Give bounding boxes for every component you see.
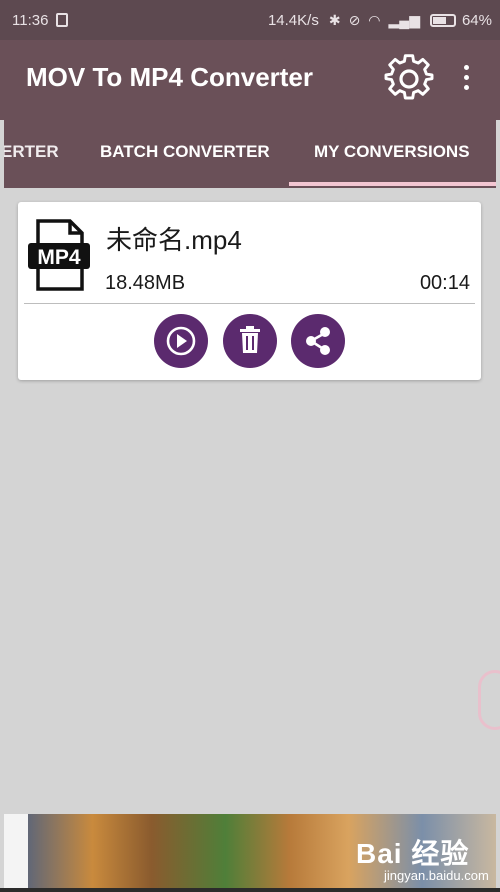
more-vert-icon[interactable] [454, 62, 478, 98]
bluetooth-icon: ✱ [328, 11, 341, 28]
tab-my-conversions[interactable]: MY CONVERSIONS [314, 120, 470, 184]
wifi-icon: ◠ [368, 11, 381, 28]
battery-icon [429, 13, 456, 27]
floating-edge-button[interactable] [478, 670, 500, 730]
file-name: 未命名.mp4 [106, 225, 242, 255]
file-duration: 00:14 [419, 272, 470, 294]
file-size: 18.48MB [105, 272, 186, 294]
share-icon [306, 327, 330, 355]
watermark: Bai 经验 jingyan.baidu.com [356, 832, 496, 888]
delete-button[interactable] [223, 314, 277, 368]
status-bar: 11:36 14.4K/s ✱ ⊘ ◠ ▂▄▆ 64% [0, 0, 500, 40]
gear-icon[interactable] [384, 54, 434, 104]
card-divider [24, 303, 475, 304]
tab-bar: ERTER BATCH CONVERTER MY CONVERSIONS [4, 120, 496, 188]
watermark-brand: Bai 经验 [356, 838, 470, 869]
play-button[interactable] [154, 314, 208, 368]
share-button[interactable] [291, 314, 345, 368]
watermark-url: jingyan.baidu.com [384, 868, 489, 883]
status-time: 11:36 [12, 11, 49, 29]
app-toolbar: MOV To MP4 Converter [0, 40, 500, 120]
network-speed: 14.4K/s [267, 11, 319, 29]
signal-icon: ▂▄▆ [388, 11, 420, 28]
play-icon [166, 326, 196, 356]
tab-converter[interactable]: ERTER [4, 120, 59, 184]
app-title: MOV To MP4 Converter [26, 62, 314, 92]
battery-level: 64% [461, 11, 492, 29]
mp4-icon-label: MP4 [37, 246, 81, 269]
tab-indicator [289, 182, 496, 186]
conversion-card[interactable]: MP4 未命名.mp4 18.48MB 00:14 [18, 202, 481, 380]
sim-icon [56, 13, 69, 27]
delete-icon [240, 326, 260, 353]
alarm-off-icon: ⊘ [348, 11, 361, 28]
mp4-file-icon: MP4 [26, 218, 92, 292]
tab-batch-converter[interactable]: BATCH CONVERTER [100, 120, 270, 184]
